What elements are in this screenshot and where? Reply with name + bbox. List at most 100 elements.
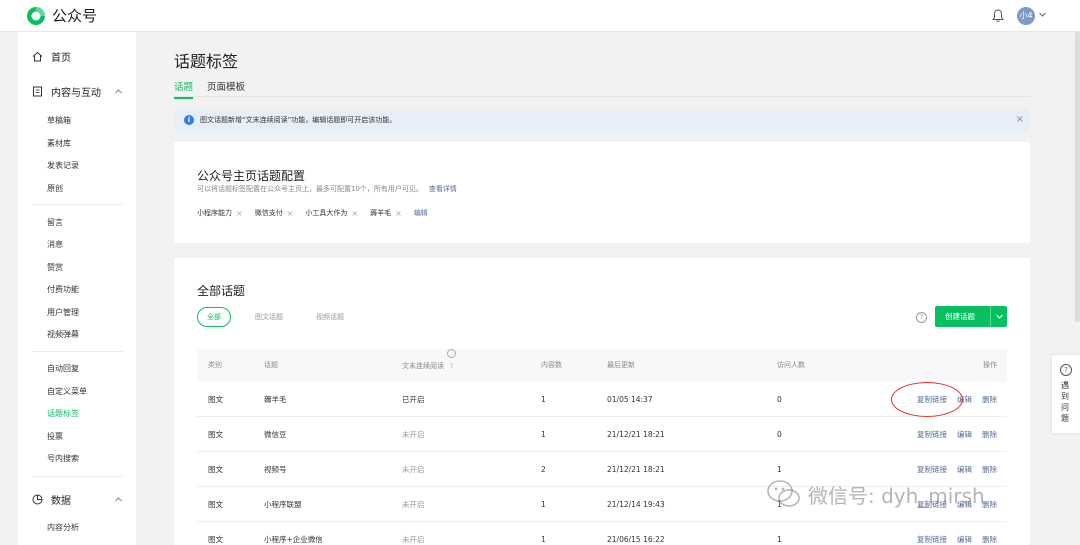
view-details-link[interactable]: 查看详情 — [429, 185, 457, 193]
sidebar-group-content[interactable]: 内容与互动 — [32, 84, 122, 99]
column-header-last-updated: 最后更新 — [607, 361, 635, 369]
floating-help-label: 遇到问题 — [1061, 381, 1069, 423]
cell-content-count: 1 — [541, 430, 546, 439]
copy-link-button[interactable]: 复制链接 — [917, 465, 947, 474]
sidebar-item-rewards[interactable]: 赞赏 — [47, 262, 63, 273]
sidebar-item-auto-reply[interactable]: 自动回复 — [47, 363, 79, 374]
cell-actions: 复制链接 编辑 删除 — [907, 522, 997, 545]
annotation-circle — [891, 382, 963, 417]
tag-label: 微信支付 — [254, 209, 283, 217]
column-header-visitors: 访问人数 — [777, 361, 805, 369]
sidebar: 首页 内容与互动 草稿箱 素材库 发表记录 原创 留言 消息 赞赏 付费功能 用… — [18, 32, 136, 545]
sidebar-item-comments[interactable]: 留言 — [47, 217, 63, 228]
topic-tag: 小程序能力 × — [197, 208, 243, 218]
section-title: 全部话题 — [197, 284, 246, 298]
wechat-official-logo-icon[interactable] — [26, 6, 46, 26]
sidebar-item-paid-features[interactable]: 付费功能 — [47, 284, 79, 295]
bell-icon[interactable] — [990, 8, 1006, 24]
remove-tag-icon[interactable]: × — [395, 209, 402, 218]
edit-tags-link[interactable]: 编辑 — [414, 208, 428, 218]
column-header-type: 类别 — [208, 361, 222, 369]
sidebar-item-custom-menu[interactable]: 自定义菜单 — [47, 386, 87, 397]
cell-last-updated: 01/05 14:37 — [607, 395, 653, 404]
sidebar-item-materials[interactable]: 素材库 — [47, 138, 71, 149]
question-icon[interactable]: ? — [447, 349, 456, 370]
table-row: 图文 微信豆 未开启 1 21/12/21 18:21 0 复制链接 编辑 删除 — [197, 417, 1007, 452]
delete-button[interactable]: 删除 — [982, 465, 997, 474]
question-icon: ? — [1060, 364, 1072, 376]
section-title: 公众号主页话题配置 — [197, 169, 306, 183]
sidebar-item-in-account-search[interactable]: 号内搜索 — [47, 453, 79, 464]
tag-label: 小工具大作为 — [305, 209, 348, 217]
filter-video-topics[interactable]: 视频话题 — [307, 308, 353, 326]
sidebar-item-user-management[interactable]: 用户管理 — [47, 307, 79, 318]
subtitle-text: 可以将话题标签配置在公众号主页上，最多可配置10个，所有用户可见。 — [197, 185, 423, 193]
cell-continuous-read: 未开启 — [402, 500, 425, 509]
cell-content-count: 1 — [541, 535, 546, 544]
cell-visitors: 0 — [777, 430, 782, 439]
cell-content-count: 2 — [541, 465, 546, 474]
tab-divider — [174, 96, 1030, 97]
sidebar-item-original[interactable]: 原创 — [47, 183, 63, 194]
sidebar-item-publish-records[interactable]: 发表记录 — [47, 160, 79, 171]
chevron-down-icon[interactable] — [1038, 10, 1047, 19]
filter-article-topics[interactable]: 图文话题 — [246, 308, 292, 326]
chevron-up-icon[interactable] — [114, 87, 123, 96]
scrollbar[interactable] — [1075, 32, 1080, 322]
cell-type: 图文 — [208, 395, 223, 404]
copy-link-button[interactable]: 复制链接 — [917, 430, 947, 439]
create-topic-button[interactable]: 创建话题 — [935, 306, 1007, 327]
sidebar-item-drafts[interactable]: 草稿箱 — [47, 115, 71, 126]
delete-button[interactable]: 删除 — [982, 395, 997, 404]
sidebar-item-polls[interactable]: 投票 — [47, 431, 63, 442]
edit-button[interactable]: 编辑 — [957, 465, 972, 474]
watermark: 微信号: dyh_mirsh — [766, 478, 985, 510]
cell-content-count: 1 — [541, 500, 546, 509]
tag-label: 小程序能力 — [197, 209, 232, 217]
cell-topic: 小程序联盟 — [264, 500, 302, 509]
chevron-down-icon — [995, 314, 1003, 319]
column-header-label: 文末连续阅读 — [402, 362, 444, 370]
help-icon[interactable]: ? — [916, 312, 927, 323]
delete-button[interactable]: 删除 — [982, 430, 997, 439]
cell-type: 图文 — [208, 465, 223, 474]
delete-button[interactable]: 删除 — [982, 535, 997, 544]
sidebar-item-content-analysis[interactable]: 内容分析 — [47, 522, 79, 533]
remove-tag-icon[interactable]: × — [287, 209, 294, 218]
document-icon — [33, 86, 42, 97]
cell-continuous-read: 未开启 — [402, 430, 425, 439]
sidebar-group-data[interactable]: 数据 — [32, 492, 122, 507]
cell-topic: 小程序+企业微信 — [264, 535, 323, 544]
cell-topic: 微信豆 — [264, 430, 287, 439]
pie-chart-icon — [32, 494, 43, 505]
create-topic-dropdown[interactable] — [991, 306, 1007, 327]
remove-tag-icon[interactable]: × — [236, 209, 243, 218]
sidebar-item-messages[interactable]: 消息 — [47, 239, 63, 250]
copy-link-button[interactable]: 复制链接 — [917, 535, 947, 544]
brand-name: 公众号 — [52, 7, 98, 25]
floating-help-widget[interactable]: ? 遇到问题 — [1052, 355, 1080, 433]
edit-button[interactable]: 编辑 — [957, 430, 972, 439]
watermark-text: 微信号: dyh_mirsh — [808, 483, 985, 508]
notice-banner: i 图文话题新增“文末连续阅读”功能，编辑话题即可开启该功能。 × — [174, 109, 1030, 131]
filter-all[interactable]: 全部 — [197, 307, 231, 327]
remove-tag-icon[interactable]: × — [351, 209, 358, 218]
sidebar-group-home[interactable]: 首页 — [32, 49, 71, 64]
cell-content-count: 1 — [541, 395, 546, 404]
cell-last-updated: 21/12/21 18:21 — [607, 430, 665, 439]
sidebar-item-topic-tags[interactable]: 话题标签 — [47, 408, 79, 419]
cell-visitors: 1 — [777, 535, 782, 544]
cell-continuous-read: 未开启 — [402, 465, 425, 474]
avatar[interactable]: 小4 — [1017, 7, 1035, 25]
sidebar-group-label: 内容与互动 — [51, 88, 101, 99]
chevron-up-icon[interactable] — [114, 495, 123, 504]
close-icon[interactable]: × — [1016, 114, 1024, 125]
homepage-topic-config-card: 公众号主页话题配置 可以将话题标签配置在公众号主页上，最多可配置10个，所有用户… — [174, 142, 1030, 243]
cell-continuous-read: 已开启 — [402, 395, 425, 404]
topics-table: 类别 话题 文末连续阅读? 内容数 最后更新 访问人数 操作 图文 薅羊毛 已开… — [197, 349, 1007, 545]
edit-button[interactable]: 编辑 — [957, 535, 972, 544]
column-header-topic: 话题 — [264, 361, 278, 369]
sidebar-item-video-danmaku[interactable]: 视频弹幕 — [47, 329, 79, 340]
table-header: 类别 话题 文末连续阅读? 内容数 最后更新 访问人数 操作 — [197, 349, 1007, 382]
cell-actions: 复制链接 编辑 删除 — [907, 417, 997, 452]
